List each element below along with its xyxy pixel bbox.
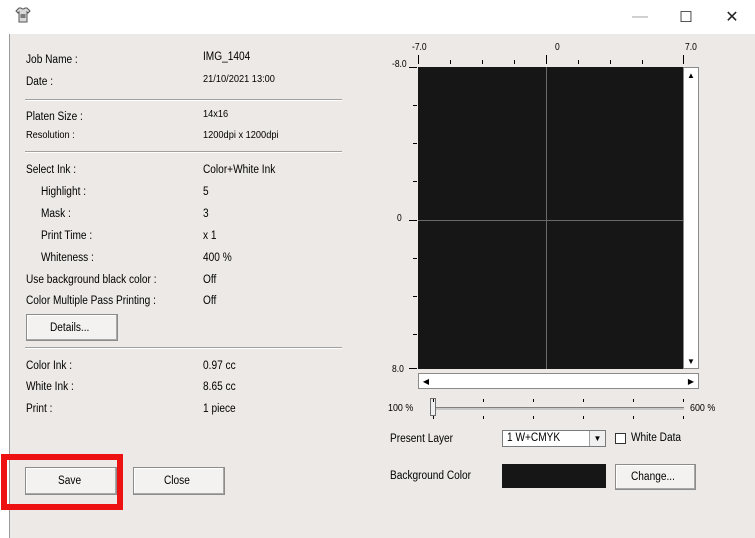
details-button[interactable]: Details... xyxy=(26,314,118,341)
background-color-swatch xyxy=(502,464,606,488)
scroll-left-icon[interactable]: ◀ xyxy=(419,374,433,388)
scroll-down-icon[interactable]: ▼ xyxy=(684,354,698,368)
platen-size-value: 14x16 xyxy=(203,108,229,120)
highlight-value: 5 xyxy=(203,186,209,198)
x-max-label: 7.0 xyxy=(685,42,697,53)
date-label: Date : xyxy=(26,76,54,88)
job-name-value: IMG_1404 xyxy=(203,51,251,63)
resolution-value: 1200dpi x 1200dpi xyxy=(203,129,279,141)
present-layer-label: Present Layer xyxy=(390,433,454,445)
separator xyxy=(25,151,342,153)
select-ink-value: Color+White Ink xyxy=(203,164,276,176)
zoom-min-label: 100 % xyxy=(388,402,414,414)
vertical-scrollbar[interactable]: ▲ ▼ xyxy=(683,67,699,369)
horizontal-scrollbar[interactable]: ◀ ▶ xyxy=(418,373,699,389)
print-value: 1 piece xyxy=(203,403,236,415)
separator xyxy=(25,99,342,101)
minimize-button[interactable]: — xyxy=(617,0,663,34)
x-min-label: -7.0 xyxy=(412,42,427,53)
print-time-value: x 1 xyxy=(203,230,217,242)
maximize-button[interactable]: ☐ xyxy=(663,0,709,34)
separator xyxy=(25,347,342,349)
bg-black-value: Off xyxy=(203,274,217,286)
save-highlight-box xyxy=(1,454,123,510)
bg-black-label: Use background black color : xyxy=(26,274,157,286)
close-button[interactable]: Close xyxy=(133,467,225,495)
y-min-label: -8.0 xyxy=(392,59,407,70)
platen-size-label: Platen Size : xyxy=(26,111,83,123)
color-ink-label: Color Ink : xyxy=(26,360,73,372)
whiteness-value: 400 % xyxy=(203,252,232,264)
present-layer-select[interactable]: 1 W+CMYK ▼ xyxy=(502,430,606,447)
white-ink-value: 8.65 cc xyxy=(203,381,236,393)
whiteness-label: Whiteness : xyxy=(41,252,94,264)
color-ink-value: 0.97 cc xyxy=(203,360,236,372)
zoom-slider-track[interactable] xyxy=(432,407,684,410)
white-data-checkbox[interactable] xyxy=(615,433,626,444)
scroll-up-icon[interactable]: ▲ xyxy=(684,68,698,82)
vertical-center-line xyxy=(546,67,547,369)
scroll-right-icon[interactable]: ▶ xyxy=(684,374,698,388)
multipass-value: Off xyxy=(203,295,217,307)
mask-label: Mask : xyxy=(41,208,71,220)
x-mid-label: 0 xyxy=(555,42,560,53)
resolution-label: Resolution : xyxy=(26,129,75,141)
chevron-down-icon[interactable]: ▼ xyxy=(589,431,605,446)
y-max-label: 8.0 xyxy=(392,364,404,375)
job-name-label: Job Name : xyxy=(26,54,78,66)
close-window-button[interactable]: ✕ xyxy=(709,0,755,34)
date-value: 21/10/2021 13:00 xyxy=(203,73,275,85)
tshirt-app-icon xyxy=(14,6,32,24)
select-ink-label: Select Ink : xyxy=(26,164,77,176)
title-bar: — ☐ ✕ xyxy=(9,0,755,34)
mask-value: 3 xyxy=(203,208,209,220)
background-color-label: Background Color xyxy=(390,470,472,482)
change-color-button[interactable]: Change... xyxy=(615,464,696,490)
white-ink-label: White Ink : xyxy=(26,381,74,393)
present-layer-value: 1 W+CMYK xyxy=(507,432,561,444)
print-label: Print : xyxy=(26,403,53,415)
y-mid-label: 0 xyxy=(397,213,402,224)
multipass-label: Color Multiple Pass Printing : xyxy=(26,295,156,307)
white-data-label[interactable]: White Data xyxy=(631,432,688,444)
zoom-max-label: 600 % xyxy=(690,402,716,414)
horizontal-center-line xyxy=(418,220,683,221)
print-time-label: Print Time : xyxy=(41,230,93,242)
highlight-label: Highlight : xyxy=(41,186,87,198)
print-preview-canvas[interactable] xyxy=(418,67,683,369)
